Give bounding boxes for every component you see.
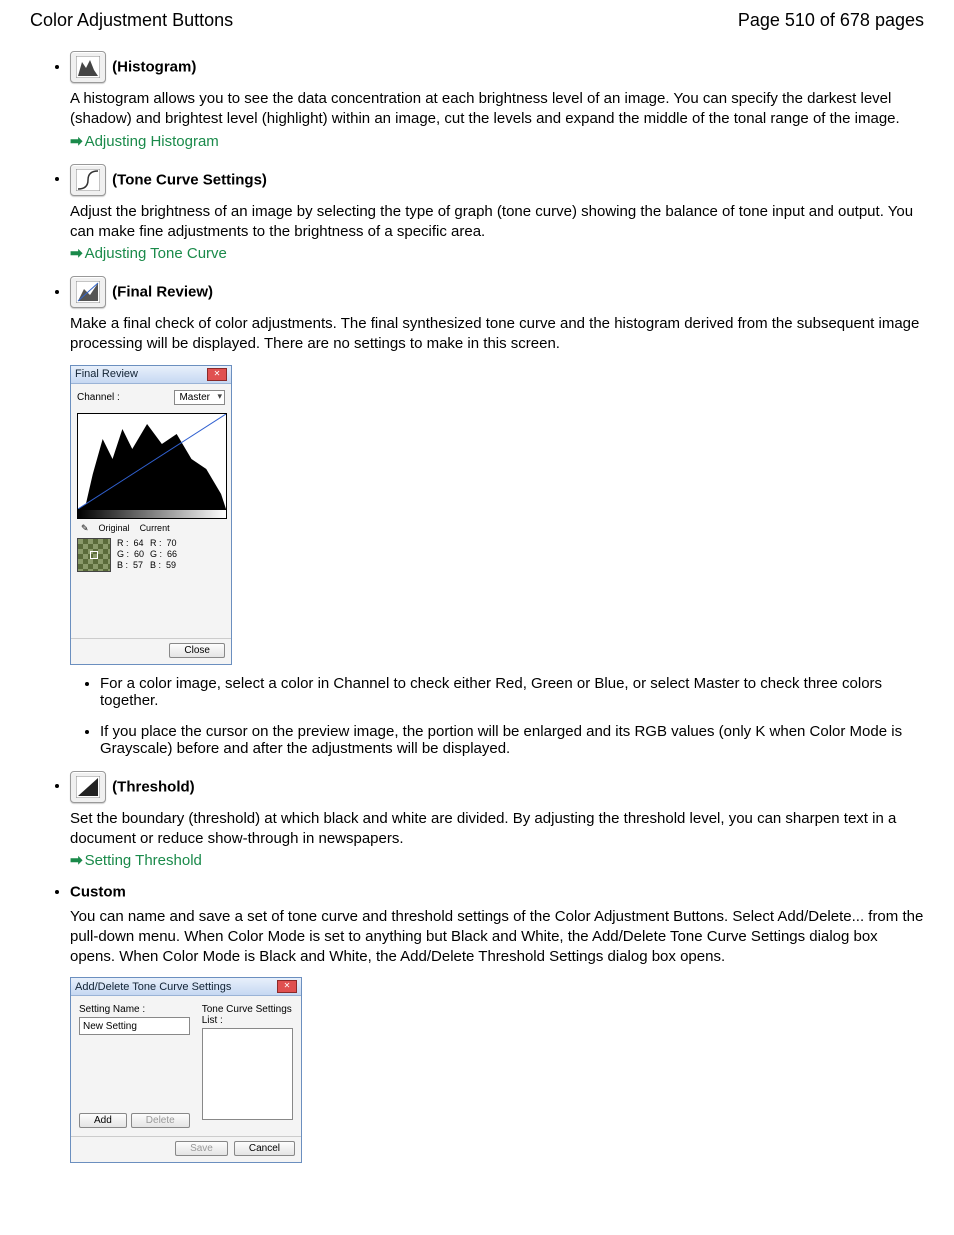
dialog2-title: Add/Delete Tone Curve Settings [75,981,231,993]
tonecurve-desc: Adjust the brightness of an image by sel… [70,202,924,243]
threshold-desc: Set the boundary (threshold) at which bl… [70,809,924,850]
setting-name-label: Setting Name : [79,1004,190,1015]
add-delete-dialog: Add/Delete Tone Curve Settings ✕ Setting… [70,977,302,1163]
delete-button[interactable]: Delete [131,1113,190,1128]
page-number: Page 510 of 678 pages [738,10,924,31]
dialog-title: Final Review [75,368,138,380]
gradient-bar [77,510,227,519]
threshold-icon [70,771,106,803]
save-button[interactable]: Save [175,1141,228,1156]
add-button[interactable]: Add [79,1113,127,1128]
list-label: Tone Curve Settings List : [202,1004,293,1026]
custom-desc: You can name and save a set of tone curv… [70,907,924,968]
threshold-title: (Threshold) [112,778,195,795]
tonecurve-title: (Tone Curve Settings) [112,171,267,188]
close-icon[interactable]: ✕ [207,368,227,381]
list-item-tonecurve: (Tone Curve Settings) Adjust the brightn… [70,164,924,263]
custom-title: Custom [70,884,126,901]
histogram-title: (Histogram) [112,59,196,76]
rgb-current: R : 70 G : 66 B : 59 [150,538,177,572]
list-item-threshold: (Threshold) Set the boundary (threshold)… [70,771,924,870]
close-button[interactable]: Close [169,643,225,658]
list-item-final: (Final Review) Make a final check of col… [70,276,924,757]
arrow-icon: ➡ [70,852,83,869]
arrow-icon: ➡ [70,245,83,262]
preview-thumbnail [77,538,111,572]
list-item-custom: Custom You can name and save a set of to… [70,883,924,1163]
list-item-histogram: (Histogram) A histogram allows you to se… [70,51,924,150]
final-review-icon [70,276,106,308]
setting-name-input[interactable]: New Setting [79,1017,190,1035]
channel-label: Channel : [77,392,120,403]
histogram-desc: A histogram allows you to see the data c… [70,89,924,130]
page-title: Color Adjustment Buttons [30,10,233,31]
final-sub1: For a color image, select a color in Cha… [100,675,924,709]
arrow-icon: ➡ [70,133,83,150]
eyedropper-icon[interactable]: ✎ [81,523,89,534]
close-icon[interactable]: ✕ [277,980,297,993]
channel-select[interactable]: Master [174,390,225,405]
threshold-link[interactable]: ➡Setting Threshold [70,851,924,869]
tone-curve-icon [70,164,106,196]
rgb-original: R : 64 G : 60 B : 57 [117,538,144,572]
cancel-button[interactable]: Cancel [234,1141,295,1156]
final-title: (Final Review) [112,284,213,301]
original-label: Original [99,523,130,534]
histogram-icon [70,51,106,83]
histogram-preview [77,413,227,510]
current-label: Current [140,523,170,534]
final-review-dialog: Final Review ✕ Channel : Master ✎ Or [70,365,232,665]
final-desc: Make a final check of color adjustments.… [70,314,924,355]
settings-listbox[interactable] [202,1028,293,1120]
final-sub2: If you place the cursor on the preview i… [100,723,924,757]
tonecurve-link[interactable]: ➡Adjusting Tone Curve [70,244,924,262]
histogram-link[interactable]: ➡Adjusting Histogram [70,132,924,150]
